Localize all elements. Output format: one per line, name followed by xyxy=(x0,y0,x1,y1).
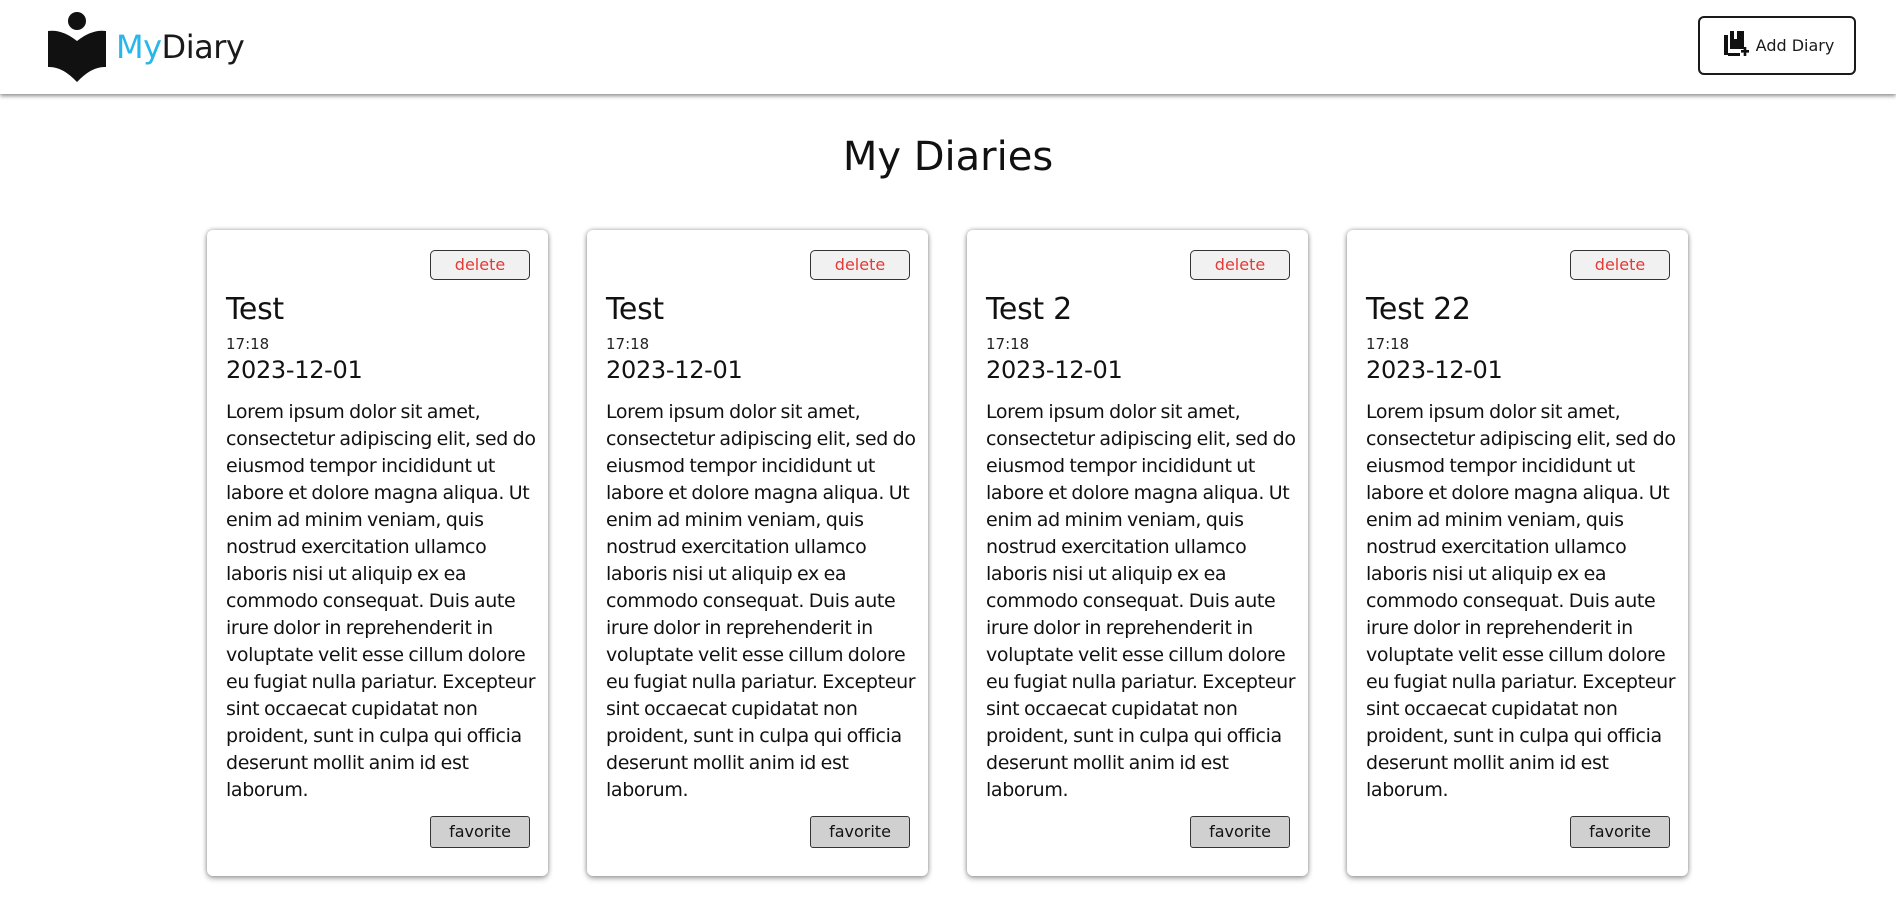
card-time: 17:18 xyxy=(226,335,270,353)
page-title: My Diaries xyxy=(842,134,1054,180)
card-title: Test xyxy=(226,292,284,327)
diary-card: delete Test 17:18 2023-12-01 Lorem ipsum… xyxy=(207,230,548,876)
delete-button[interactable]: delete xyxy=(430,250,530,280)
card-title: Test xyxy=(606,292,664,327)
card-time: 17:18 xyxy=(606,335,650,353)
diary-card: delete Test 22 17:18 2023-12-01 Lorem ip… xyxy=(1347,230,1688,876)
add-diary-label: Add Diary xyxy=(1755,36,1835,55)
diary-card-list: delete Test 17:18 2023-12-01 Lorem ipsum… xyxy=(207,230,1688,876)
card-title: Test 2 xyxy=(986,292,1072,327)
app-header: MyDiary Add Diary xyxy=(0,0,1896,94)
favorite-button[interactable]: favorite xyxy=(810,816,910,848)
diary-card: delete Test 2 17:18 2023-12-01 Lorem ips… xyxy=(967,230,1308,876)
delete-button[interactable]: delete xyxy=(810,250,910,280)
add-book-icon xyxy=(1720,29,1750,63)
brand-name-my: My xyxy=(116,28,162,66)
card-body: Lorem ipsum dolor sit amet, consectetur … xyxy=(226,401,536,801)
delete-button[interactable]: delete xyxy=(1570,250,1670,280)
favorite-button[interactable]: favorite xyxy=(1570,816,1670,848)
add-diary-button[interactable]: Add Diary xyxy=(1698,16,1856,75)
card-time: 17:18 xyxy=(986,335,1030,353)
card-body: Lorem ipsum dolor sit amet, consectetur … xyxy=(986,401,1296,801)
card-title: Test 22 xyxy=(1366,292,1471,327)
favorite-button[interactable]: favorite xyxy=(1190,816,1290,848)
card-date: 2023-12-01 xyxy=(226,356,363,384)
diary-card: delete Test 17:18 2023-12-01 Lorem ipsum… xyxy=(587,230,928,876)
card-body: Lorem ipsum dolor sit amet, consectetur … xyxy=(1366,401,1676,801)
card-date: 2023-12-01 xyxy=(1366,356,1503,384)
card-date: 2023-12-01 xyxy=(606,356,743,384)
card-time: 17:18 xyxy=(1366,335,1410,353)
card-date: 2023-12-01 xyxy=(986,356,1123,384)
delete-button[interactable]: delete xyxy=(1190,250,1290,280)
brand-name: MyDiary xyxy=(116,28,245,66)
brand-logo[interactable]: MyDiary xyxy=(46,10,245,84)
card-body: Lorem ipsum dolor sit amet, consectetur … xyxy=(606,401,916,801)
reading-person-book-icon xyxy=(46,11,108,83)
favorite-button[interactable]: favorite xyxy=(430,816,530,848)
brand-name-diary: Diary xyxy=(161,28,245,66)
